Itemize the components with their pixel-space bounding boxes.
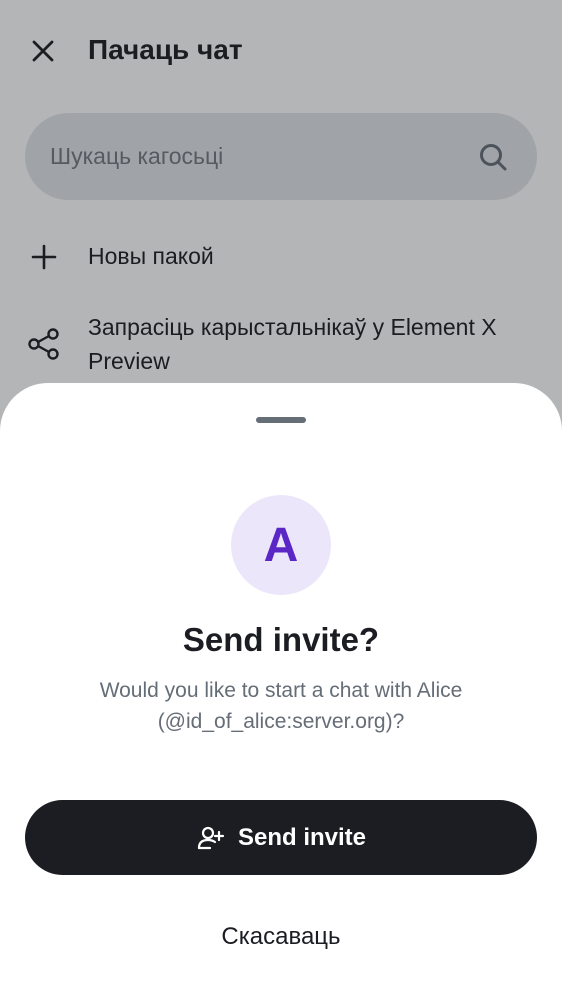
- avatar: A: [231, 495, 331, 595]
- dialog-message: Would you like to start a chat with Alic…: [99, 679, 463, 733]
- screen: Пачаць чат Новы пакой: [0, 0, 562, 1000]
- send-invite-label: Send invite: [237, 823, 367, 851]
- send-invite-button[interactable]: Send invite: [25, 800, 537, 875]
- user-add-icon: [196, 823, 226, 853]
- dialog-title: Send invite?: [182, 621, 380, 658]
- send-invite-bottom-sheet: A Send invite? Would you like to start a…: [0, 383, 562, 1000]
- drag-handle[interactable]: [256, 417, 306, 423]
- cancel-button[interactable]: Скасаваць: [25, 900, 537, 974]
